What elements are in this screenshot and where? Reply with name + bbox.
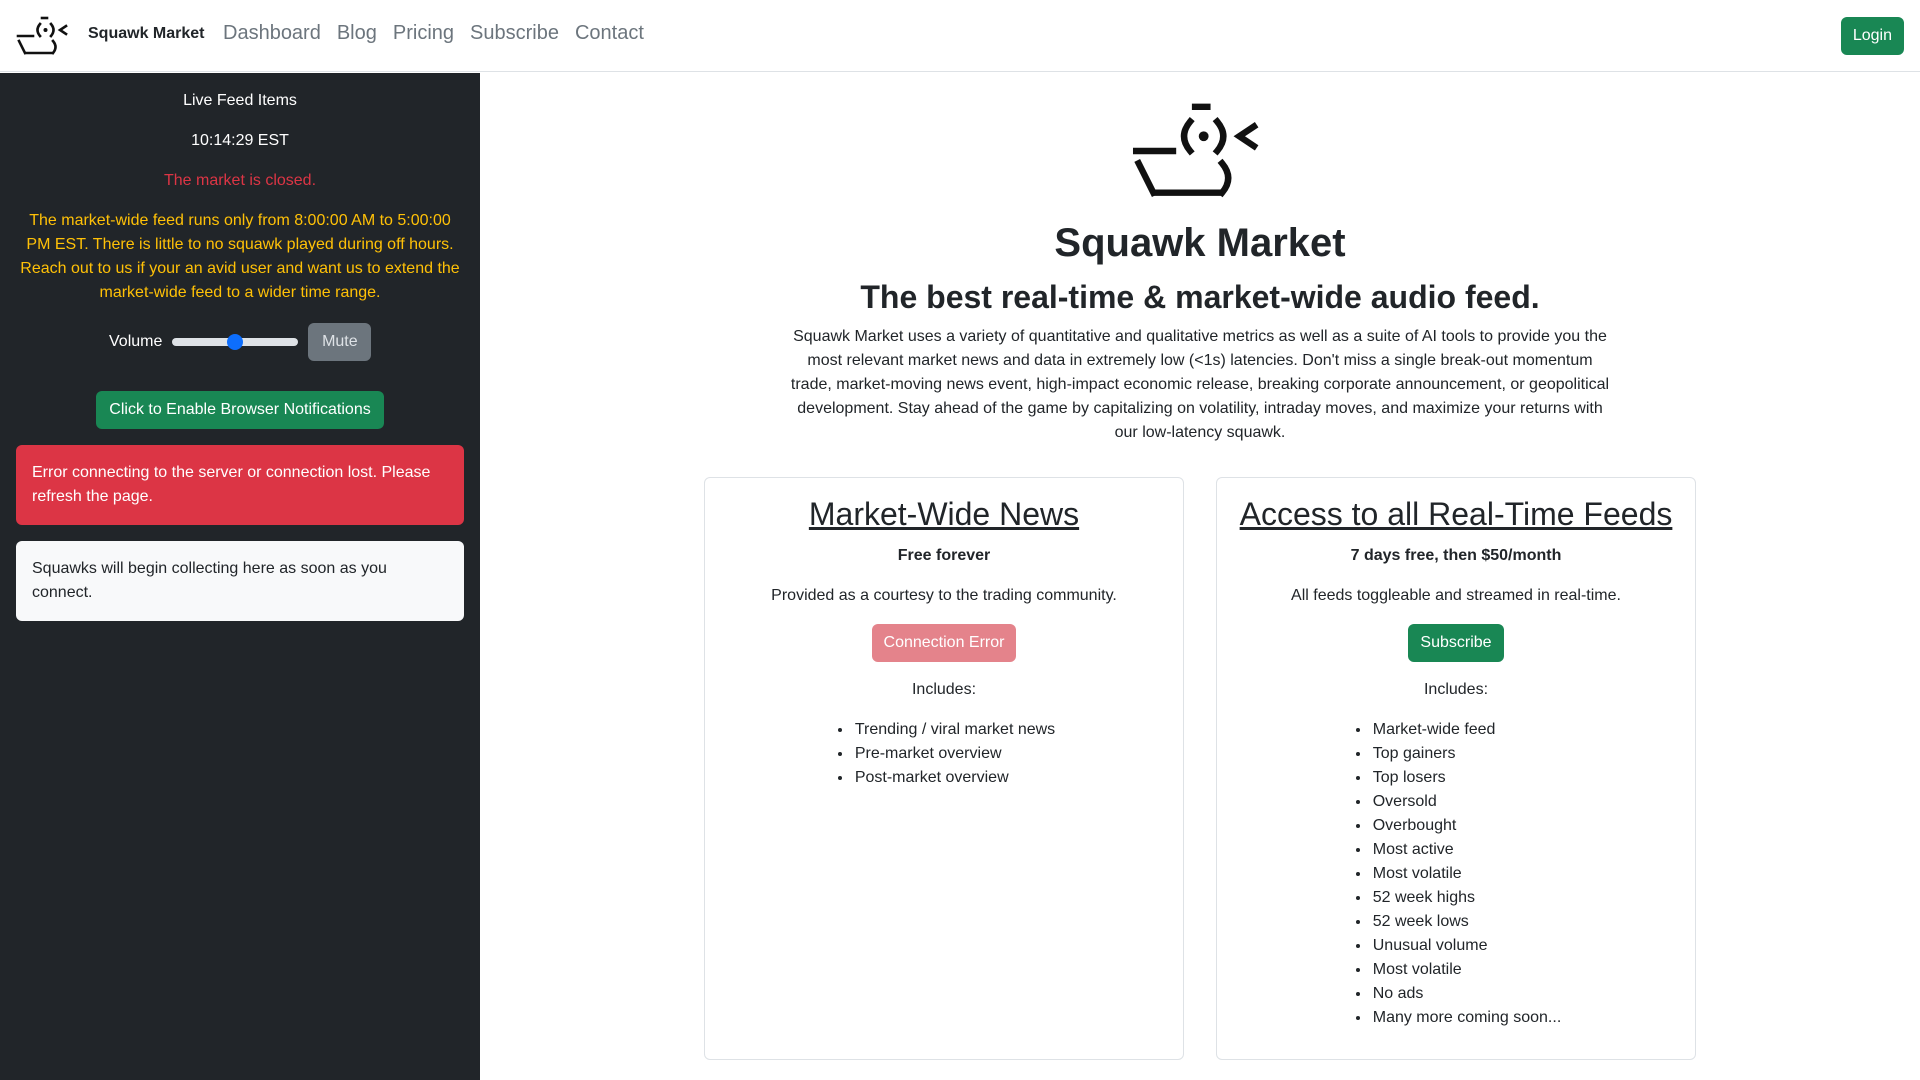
nav-link-subscribe[interactable]: Subscribe [470,22,559,45]
page-subtitle: The best real-time & market-wide audio f… [860,279,1540,315]
login-button[interactable]: Login [1840,17,1904,55]
volume-slider-thumb[interactable] [227,334,244,350]
list-item: 52 week lows [1371,910,1562,934]
plan-description: Provided as a courtesy to the trading co… [771,587,1117,604]
feature-list: Market-wide feed Top gainers Top losers … [1351,718,1562,1030]
enable-notifications-button[interactable]: Click to Enable Browser Notifications [96,391,384,429]
nav-link-contact[interactable]: Contact [575,22,644,45]
duck-logo-icon[interactable] [16,14,72,58]
plan-title: Market-Wide News [808,496,1080,532]
main-content: Squawk Market The best real-time & marke… [480,73,1920,1080]
list-item: Trending / viral market news [853,718,1055,742]
connection-error-button[interactable]: Connection Error [871,624,1017,662]
list-item: Most active [1371,838,1562,862]
subscribe-button[interactable]: Subscribe [1408,624,1504,662]
live-feed-title: Live Feed Items [183,92,297,109]
list-item: Most volatile [1371,862,1562,886]
plan-description: All feeds toggleable and streamed in rea… [1291,587,1621,604]
nav-link-pricing[interactable]: Pricing [393,22,454,45]
feed-hours-notice: The market-wide feed runs only from 8:00… [20,212,460,301]
list-item: 52 week highs [1371,886,1562,910]
volume-control: Volume Mute [109,323,372,361]
volume-label: Volume [109,333,163,350]
list-item: Many more coming soon... [1371,1006,1562,1030]
list-item: Post-market overview [853,766,1055,790]
list-item: Market-wide feed [1371,718,1562,742]
list-item: Top gainers [1371,742,1562,766]
market-status: The market is closed. [163,172,317,189]
list-item: Unusual volume [1371,934,1562,958]
list-item: Most volatile [1371,958,1562,982]
page-title: Squawk Market [1054,221,1346,265]
volume-slider[interactable] [172,334,299,350]
brand-name[interactable]: Squawk Market [88,25,204,43]
plan-price: 7 days free, then $50/month [1350,547,1562,564]
duck-logo-icon [1132,103,1259,198]
list-item: No ads [1371,982,1562,1006]
plan-card-paid: Access to all Real-Time Feeds 7 days fre… [1216,477,1696,1060]
nav-link-blog[interactable]: Blog [337,22,377,45]
plan-price: Free forever [897,547,991,564]
list-item: Top losers [1371,766,1562,790]
product-description: Squawk Market uses a variety of quantita… [790,328,1610,441]
connection-error-alert: Error connecting to the server or connec… [16,445,464,525]
mute-button[interactable]: Mute [308,323,372,361]
plan-card-free: Market-Wide News Free forever Provided a… [704,477,1184,1060]
clock-time: 10:14:29 EST [191,132,289,149]
squawk-feed-box: Squawks will begin collecting here as so… [16,541,464,621]
nav-links: Dashboard Blog Pricing Subscribe Contact [223,22,644,45]
includes-label: Includes: [911,681,977,698]
list-item: Pre-market overview [853,742,1055,766]
feature-list: Trending / viral market news Pre-market … [833,718,1055,790]
nav-link-dashboard[interactable]: Dashboard [223,22,321,45]
includes-label: Includes: [1423,681,1489,698]
plan-title: Access to all Real-Time Feeds [1239,496,1673,532]
list-item: Overbought [1371,814,1562,838]
live-feed-sidebar: Live Feed Items 10:14:29 EST The market … [0,73,480,1080]
list-item: Oversold [1371,790,1562,814]
top-navbar: Squawk Market Dashboard Blog Pricing Sub… [0,0,1920,72]
